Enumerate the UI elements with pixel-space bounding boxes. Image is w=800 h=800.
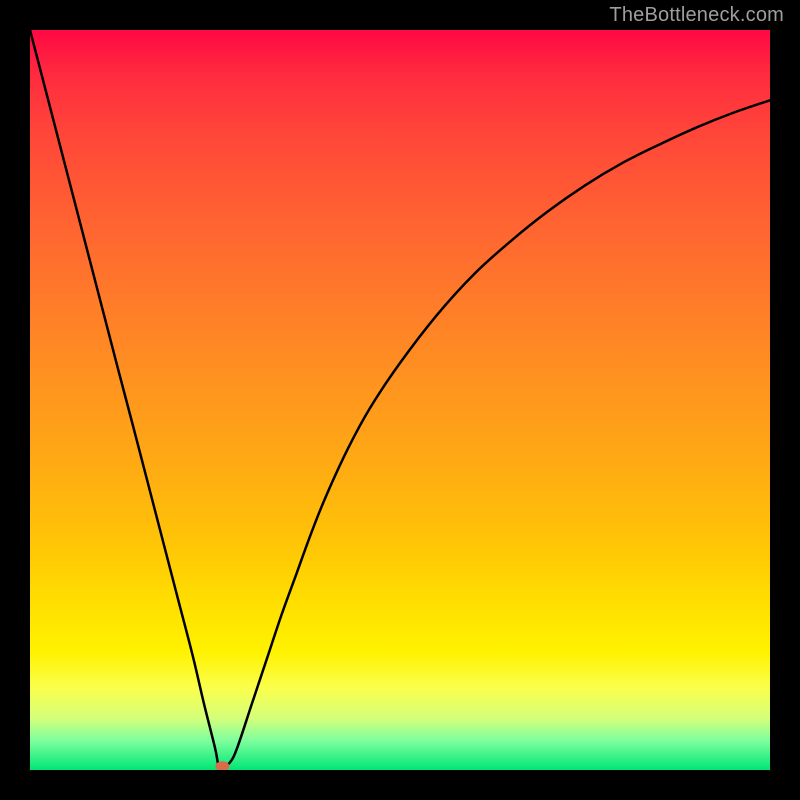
chart-svg: [30, 30, 770, 770]
chart-plot-area: [30, 30, 770, 770]
attribution-text: TheBottleneck.com: [609, 4, 784, 27]
chart-frame: TheBottleneck.com: [0, 0, 800, 800]
bottleneck-curve: [30, 30, 770, 768]
